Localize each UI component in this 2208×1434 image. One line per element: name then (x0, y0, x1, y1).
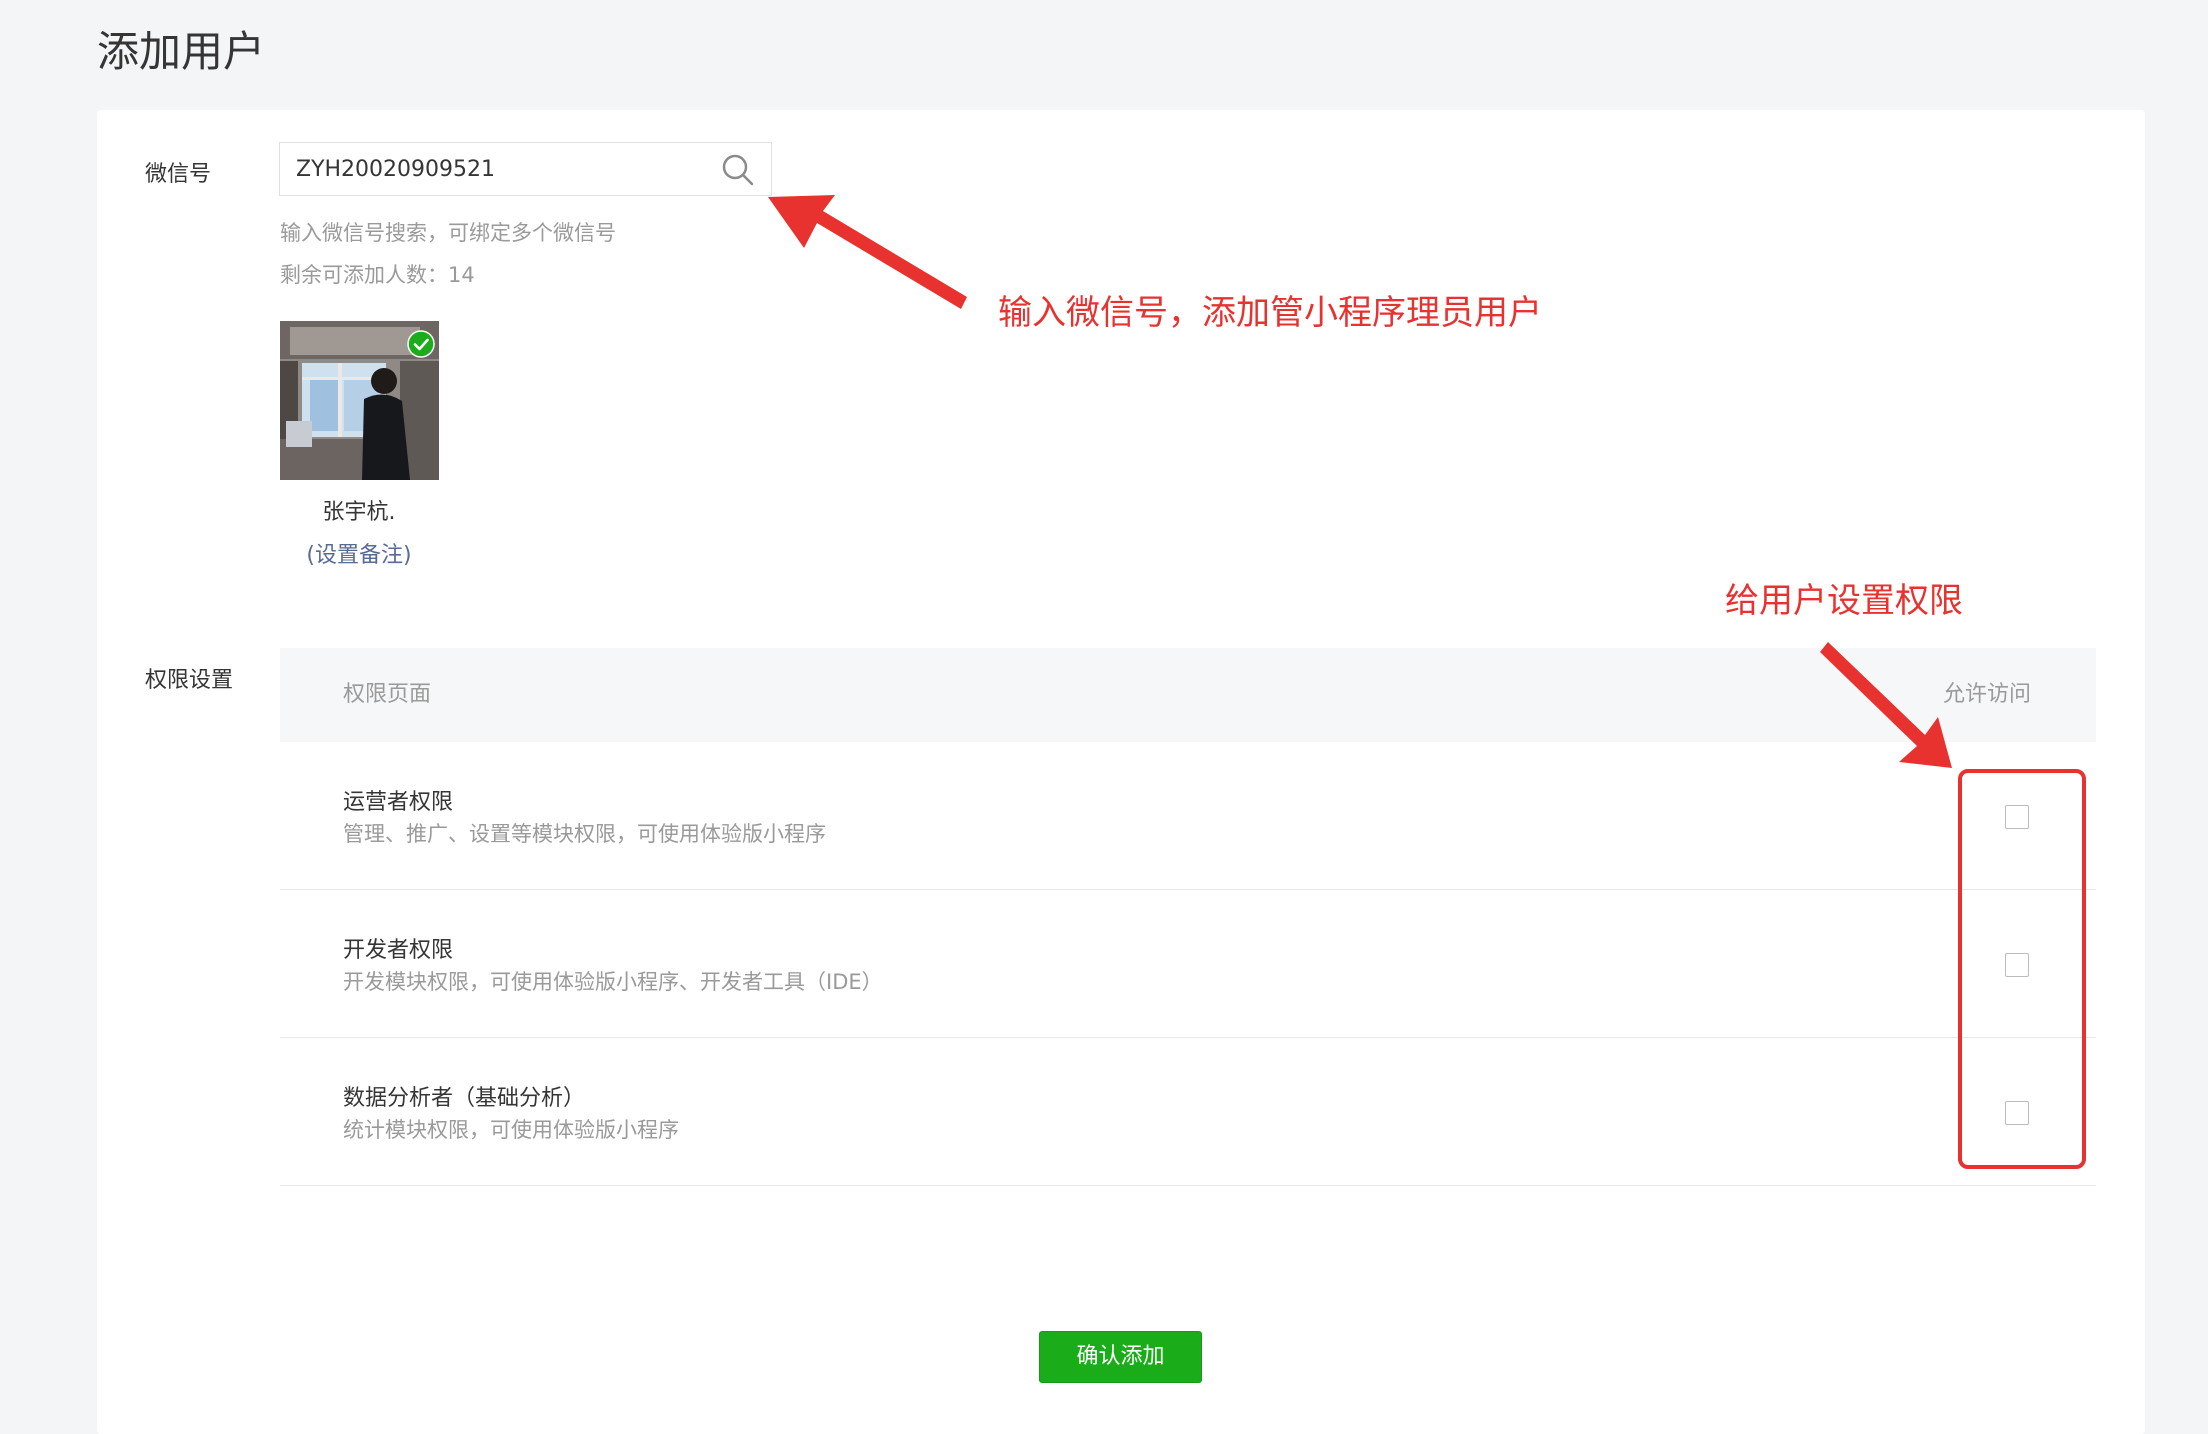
permission-table: 权限页面 允许访问 运营者权限 管理、推广、设置等模块权限，可使用体验版小程序 … (280, 648, 2096, 1186)
wechat-id-label: 微信号 (145, 162, 212, 187)
confirm-add-button[interactable]: 确认添加 (1039, 1331, 1202, 1383)
permission-description: 开发模块权限，可使用体验版小程序、开发者工具（IDE） (343, 970, 883, 994)
wechat-search-input[interactable] (296, 143, 696, 195)
permission-description: 统计模块权限，可使用体验版小程序 (343, 1118, 679, 1142)
permission-row-developer: 开发者权限 开发模块权限，可使用体验版小程序、开发者工具（IDE） (280, 890, 2096, 1038)
wechat-search-box (279, 142, 772, 196)
developer-permission-checkbox[interactable] (2005, 953, 2029, 977)
annotation-permission-note: 给用户设置权限 (1725, 581, 1963, 621)
permission-row-operator: 运营者权限 管理、推广、设置等模块权限，可使用体验版小程序 (280, 742, 2096, 890)
permission-description: 管理、推广、设置等模块权限，可使用体验版小程序 (343, 822, 826, 846)
permission-title: 数据分析者（基础分析） (343, 1086, 586, 1111)
operator-permission-checkbox[interactable] (2005, 805, 2029, 829)
data-analyst-permission-checkbox[interactable] (2005, 1101, 2029, 1125)
permission-title: 运营者权限 (343, 790, 454, 815)
permission-title: 开发者权限 (343, 938, 454, 963)
column-permission-page: 权限页面 (343, 682, 432, 707)
permission-table-header: 权限页面 允许访问 (280, 648, 2096, 742)
avatar[interactable] (280, 321, 439, 480)
set-remark-link[interactable]: (设置备注) (249, 537, 469, 569)
wechat-search-hint: 输入微信号搜索，可绑定多个微信号 (280, 221, 616, 245)
permission-row-data-analyst: 数据分析者（基础分析） 统计模块权限，可使用体验版小程序 (280, 1038, 2096, 1186)
search-icon[interactable] (721, 153, 755, 187)
check-circle-icon (407, 330, 435, 358)
remaining-count: 剩余可添加人数：14 (280, 263, 475, 287)
column-allow-access: 允许访问 (1942, 682, 2031, 707)
page-title: 添加用户 (97, 27, 266, 76)
permission-settings-label: 权限设置 (145, 668, 234, 693)
annotation-search-note: 输入微信号，添加管小程序理员用户 (998, 293, 1542, 333)
user-name: 张宇杭. (322, 500, 396, 525)
